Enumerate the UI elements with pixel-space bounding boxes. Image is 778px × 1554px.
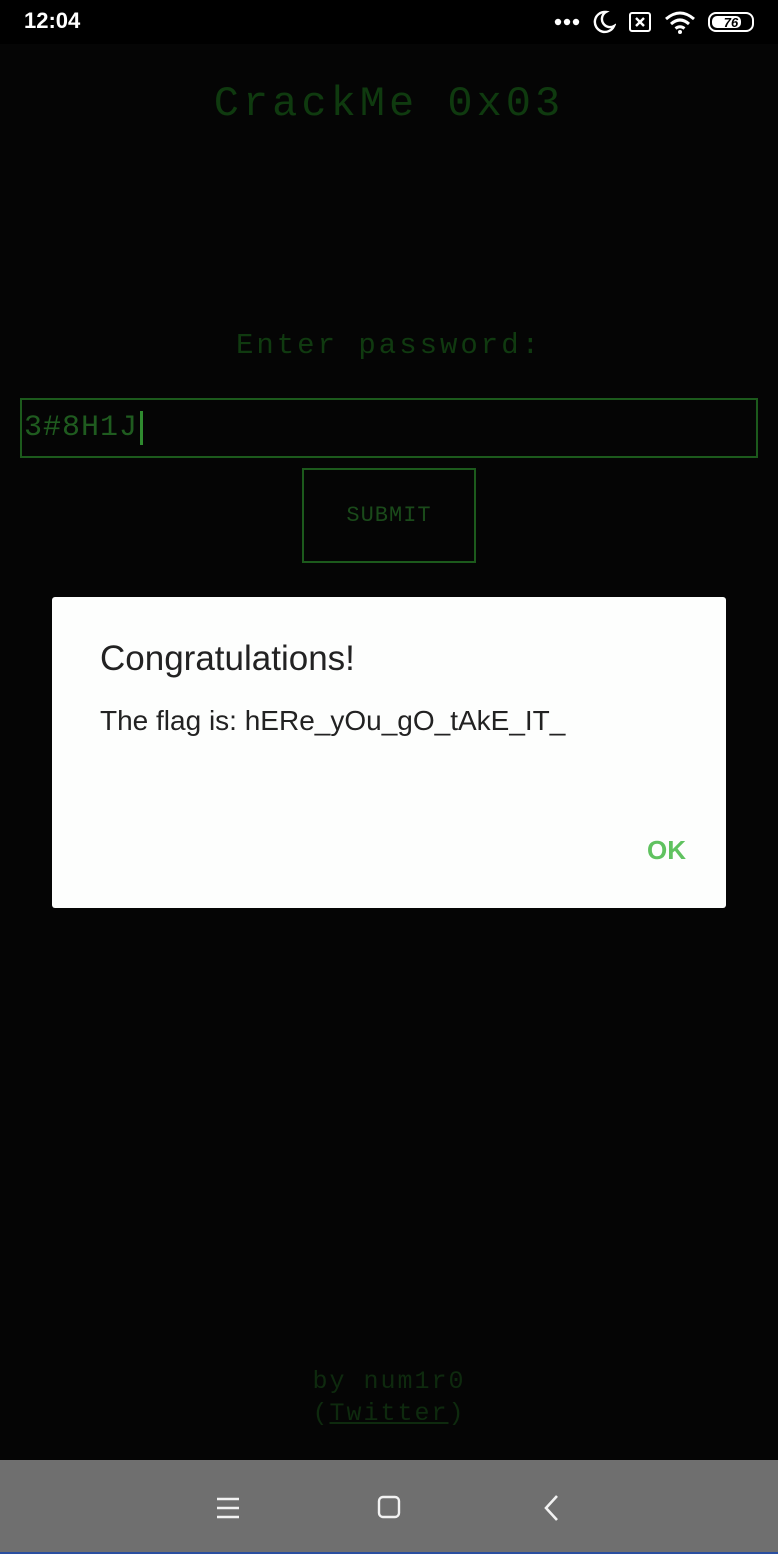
- password-prompt-label: Enter password:: [235, 329, 543, 362]
- congratulations-dialog: Congratulations! The flag is: hERe_yOu_g…: [52, 597, 726, 908]
- status-bar: 12:04 76: [0, 0, 778, 44]
- menu-icon[interactable]: [216, 1490, 240, 1526]
- submit-button[interactable]: SUBMIT: [302, 468, 476, 563]
- password-input-value: 3#8H1J: [24, 411, 139, 445]
- credit-twitter-line: (Twitter): [0, 1398, 778, 1430]
- home-icon[interactable]: [377, 1490, 401, 1526]
- app-screen: CrackMe 0x03 Enter password: 3#8H1J SUBM…: [0, 44, 778, 1460]
- more-dots-icon: [554, 18, 580, 26]
- paren-close: ): [448, 1399, 466, 1428]
- battery-level: 76: [723, 14, 739, 30]
- back-icon[interactable]: [542, 1490, 562, 1526]
- ok-button[interactable]: OK: [647, 835, 686, 866]
- dialog-message: The flag is: hERe_yOu_gO_tAkE_IT_: [100, 705, 566, 736]
- password-input[interactable]: 3#8H1J: [20, 398, 758, 458]
- dialog-title: Congratulations!: [100, 639, 355, 678]
- credit-author: by num1r0: [312, 1367, 466, 1396]
- credit: by num1r0 (Twitter): [0, 1366, 778, 1430]
- wifi-icon: [665, 11, 695, 34]
- moon-icon: [593, 10, 616, 34]
- page-title: CrackMe 0x03: [213, 80, 565, 128]
- text-caret: [140, 411, 144, 445]
- navigation-bar: [0, 1460, 778, 1554]
- paren-open: (: [312, 1399, 330, 1428]
- sim-off-icon: [629, 12, 651, 32]
- status-icons: 76: [554, 8, 754, 36]
- status-time: 12:04: [24, 8, 81, 33]
- twitter-link[interactable]: Twitter: [329, 1399, 448, 1428]
- battery-icon: 76: [708, 12, 754, 32]
